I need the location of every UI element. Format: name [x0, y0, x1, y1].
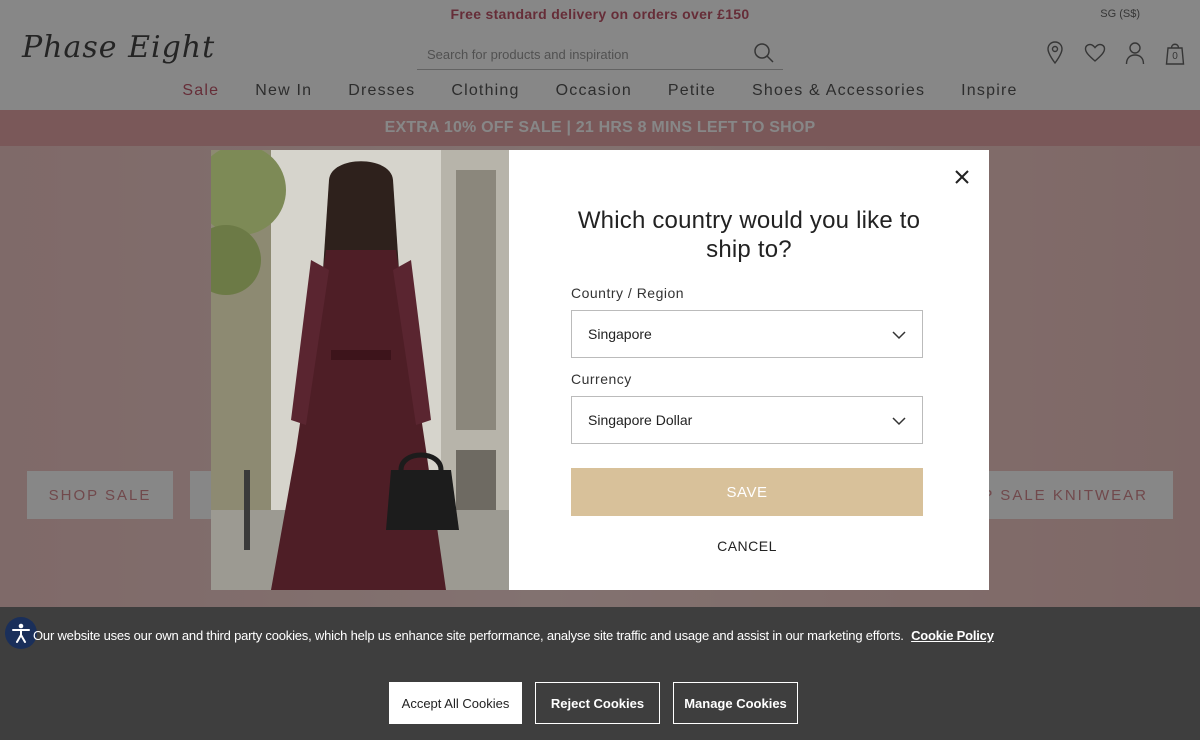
currency-label: Currency	[571, 371, 632, 387]
modal-body: Which country would you like to ship to?…	[509, 150, 989, 590]
modal-title: Which country would you like to ship to?	[577, 207, 921, 263]
cookie-message: Our website uses our own and third party…	[33, 628, 994, 643]
country-modal: Which country would you like to ship to?…	[211, 150, 989, 590]
country-value: Singapore	[588, 326, 652, 342]
chevron-down-icon	[892, 414, 906, 428]
cookie-policy-link[interactable]: Cookie Policy	[911, 628, 994, 643]
cookie-message-text: Our website uses our own and third party…	[33, 628, 904, 643]
model-photo-illustration	[211, 150, 509, 590]
currency-select[interactable]: Singapore Dollar	[571, 396, 923, 444]
country-label: Country / Region	[571, 285, 685, 301]
save-button[interactable]: SAVE	[571, 468, 923, 516]
accept-cookies-button[interactable]: Accept All Cookies	[389, 682, 522, 724]
close-icon[interactable]	[953, 168, 971, 186]
currency-value: Singapore Dollar	[588, 412, 693, 428]
chevron-down-icon	[892, 328, 906, 342]
manage-cookies-button[interactable]: Manage Cookies	[673, 682, 798, 724]
reject-cookies-button[interactable]: Reject Cookies	[535, 682, 660, 724]
country-select[interactable]: Singapore	[571, 310, 923, 358]
cancel-button[interactable]: CANCEL	[571, 538, 923, 554]
model-photo	[211, 150, 509, 590]
